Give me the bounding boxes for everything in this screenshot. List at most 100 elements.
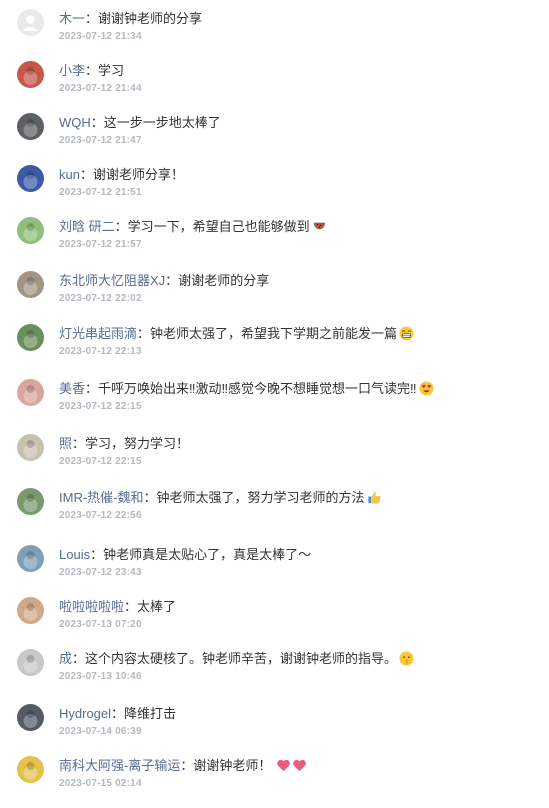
comment-text: 太棒了: [137, 599, 177, 614]
comment-text: 学习，努力学习！: [85, 436, 190, 451]
commenter-name[interactable]: 东北师大忆阻器XJ: [59, 273, 165, 288]
comment-text: 钟老师太强了，希望我下学期之前能发一篇: [150, 326, 398, 341]
comment-text: 谢谢钟老师！: [193, 758, 272, 773]
name-separator: ：: [79, 167, 93, 182]
comment-list: 木一：谢谢钟老师的分享 2023-07-12 21:34 小李：学习 2023-07-…: [0, 0, 549, 801]
comment-line: 灯光串起雨滴：钟老师太强了，希望我下学期之前能发一篇: [59, 325, 414, 342]
comment-item: 小李：学习 2023-07-12 21:44: [0, 61, 549, 113]
name-separator: ：: [137, 326, 151, 341]
commenter-name[interactable]: Louis: [59, 547, 90, 562]
comment-line: Louis：钟老师真是太贴心了，真是太棒了～: [59, 546, 311, 563]
comment-timestamp: 2023-07-12 21:34: [59, 31, 142, 42]
comment-timestamp: 2023-07-12 22:15: [59, 401, 142, 412]
avatar[interactable]: [17, 324, 44, 351]
comment-timestamp: 2023-07-12 22:56: [59, 510, 142, 521]
comment-timestamp: 2023-07-13 07:20: [59, 619, 142, 630]
comment-item: IMR-热催-魏和：钟老师太强了，努力学习老师的方法 2023-07-12 22:…: [0, 488, 549, 540]
commenter-name[interactable]: 啦啦啦啦啦: [59, 599, 124, 614]
name-separator: ：: [72, 651, 86, 666]
comment-line: kun：谢谢老师分享！: [59, 166, 184, 183]
comment-text: 学习: [98, 63, 125, 78]
comment-text: 钟老师太强了，努力学习老师的方法: [156, 490, 365, 505]
avatar[interactable]: [17, 597, 44, 624]
comment-text: 降维打击: [124, 706, 177, 721]
comment-line: 美香：千呼万唤始出来‼激动‼感觉今晚不想睡觉想一口气读完‼: [59, 380, 434, 397]
comment-timestamp: 2023-07-12 21:44: [59, 83, 142, 94]
comment-line: WQH：这一步一步地太棒了: [59, 114, 221, 131]
avatar[interactable]: [17, 271, 44, 298]
comment-item: WQH：这一步一步地太棒了 2023-07-12 21:47: [0, 113, 549, 165]
comment-text: 谢谢老师分享！: [92, 167, 184, 182]
commenter-name[interactable]: 南科大阿强-离子输运: [59, 758, 180, 773]
avatar[interactable]: [17, 9, 44, 36]
comment-item: 美香：千呼万唤始出来‼激动‼感觉今晚不想睡觉想一口气读完‼ 2023-07-12 …: [0, 379, 549, 431]
commenter-name[interactable]: IMR-热催-魏和: [59, 490, 144, 505]
name-separator: ：: [85, 63, 99, 78]
name-separator: ：: [72, 436, 86, 451]
avatar[interactable]: [17, 217, 44, 244]
commenter-name[interactable]: WQH: [59, 115, 91, 130]
comment-item: Louis：钟老师真是太贴心了，真是太棒了～ 2023-07-12 23:43: [0, 545, 549, 597]
commenter-name[interactable]: 成: [59, 651, 72, 666]
commenter-name[interactable]: Hydrogel: [59, 706, 111, 721]
comment-line: 木一：谢谢钟老师的分享: [59, 10, 202, 27]
name-separator: ：: [90, 115, 104, 130]
commenter-name[interactable]: kun: [59, 167, 80, 182]
comment-text: 学习一下，希望自己也能够做到: [127, 219, 310, 234]
comment-timestamp: 2023-07-12 22:02: [59, 293, 142, 304]
comment-timestamp: 2023-07-13 10:46: [59, 671, 142, 682]
name-separator: ：: [124, 599, 138, 614]
avatar[interactable]: [17, 379, 44, 406]
two-hearts-emoji-icon: [276, 758, 308, 773]
name-separator: ：: [143, 490, 157, 505]
avatar[interactable]: [17, 704, 44, 731]
avatar[interactable]: [17, 434, 44, 461]
comment-timestamp: 2023-07-12 21:47: [59, 135, 142, 146]
commenter-name[interactable]: 照: [59, 436, 72, 451]
name-separator: ：: [114, 219, 128, 234]
comment-text: 这一步一步地太棒了: [103, 115, 221, 130]
name-separator: ：: [180, 758, 194, 773]
comment-item: 灯光串起雨滴：钟老师太强了，希望我下学期之前能发一篇 2023-07-12 22:…: [0, 324, 549, 376]
comment-item: 成：这个内容太硬核了。钟老师辛苦，谢谢钟老师的指导。 2023-07-13 10:…: [0, 649, 549, 701]
comment-line: 南科大阿强-离子输运：谢谢钟老师！: [59, 757, 308, 774]
comment-text: 钟老师真是太贴心了，真是太棒了～: [103, 547, 312, 562]
comment-line: 刘晗 研二：学习一下，希望自己也能够做到: [59, 218, 327, 235]
avatar[interactable]: [17, 61, 44, 88]
comment-item: 照：学习，努力学习！ 2023-07-12 22:15: [0, 434, 549, 486]
shush-emoji-icon: [399, 651, 414, 666]
comment-item: 木一：谢谢钟老师的分享 2023-07-12 21:34: [0, 9, 549, 61]
comment-timestamp: 2023-07-12 22:15: [59, 456, 142, 467]
comment-text: 谢谢钟老师的分享: [98, 11, 203, 26]
commenter-name[interactable]: 小李: [59, 63, 85, 78]
avatar[interactable]: [17, 488, 44, 515]
avatar[interactable]: [17, 756, 44, 783]
avatar[interactable]: [17, 113, 44, 140]
name-separator: ：: [90, 547, 104, 562]
comment-line: 小李：学习: [59, 62, 124, 79]
commenter-name[interactable]: 灯光串起雨滴: [59, 326, 137, 341]
name-separator: ：: [165, 273, 179, 288]
avatar[interactable]: [17, 545, 44, 572]
comment-timestamp: 2023-07-12 21:51: [59, 187, 142, 198]
commenter-name[interactable]: 美香: [59, 381, 85, 396]
comment-timestamp: 2023-07-14 06:39: [59, 726, 142, 737]
avatar[interactable]: [17, 649, 44, 676]
comment-line: 照：学习，努力学习！: [59, 435, 189, 452]
comment-line: 啦啦啦啦啦：太棒了: [59, 598, 176, 615]
commenter-name[interactable]: 刘晗 研二: [59, 219, 115, 234]
comment-timestamp: 2023-07-15 02:14: [59, 778, 142, 789]
comment-item: 啦啦啦啦啦：太棒了 2023-07-13 07:20: [0, 597, 549, 649]
name-separator: ：: [85, 11, 99, 26]
comment-line: Hydrogel：降维打击: [59, 705, 176, 722]
comment-item: 刘晗 研二：学习一下，希望自己也能够做到 2023-07-12 21:57: [0, 217, 549, 269]
comment-text: 千呼万唤始出来‼激动‼感觉今晚不想睡觉想一口气读完‼: [98, 381, 417, 396]
avatar[interactable]: [17, 165, 44, 192]
name-separator: ：: [111, 706, 125, 721]
comment-timestamp: 2023-07-12 21:57: [59, 239, 142, 250]
comment-item: 南科大阿强-离子输运：谢谢钟老师！ 2023-07-15 02:14: [0, 756, 549, 808]
commenter-name[interactable]: 木一: [59, 11, 85, 26]
grin-emoji-icon: [399, 326, 414, 341]
comment-line: 成：这个内容太硬核了。钟老师辛苦，谢谢钟老师的指导。: [59, 650, 414, 667]
comment-item: kun：谢谢老师分享！ 2023-07-12 21:51: [0, 165, 549, 217]
